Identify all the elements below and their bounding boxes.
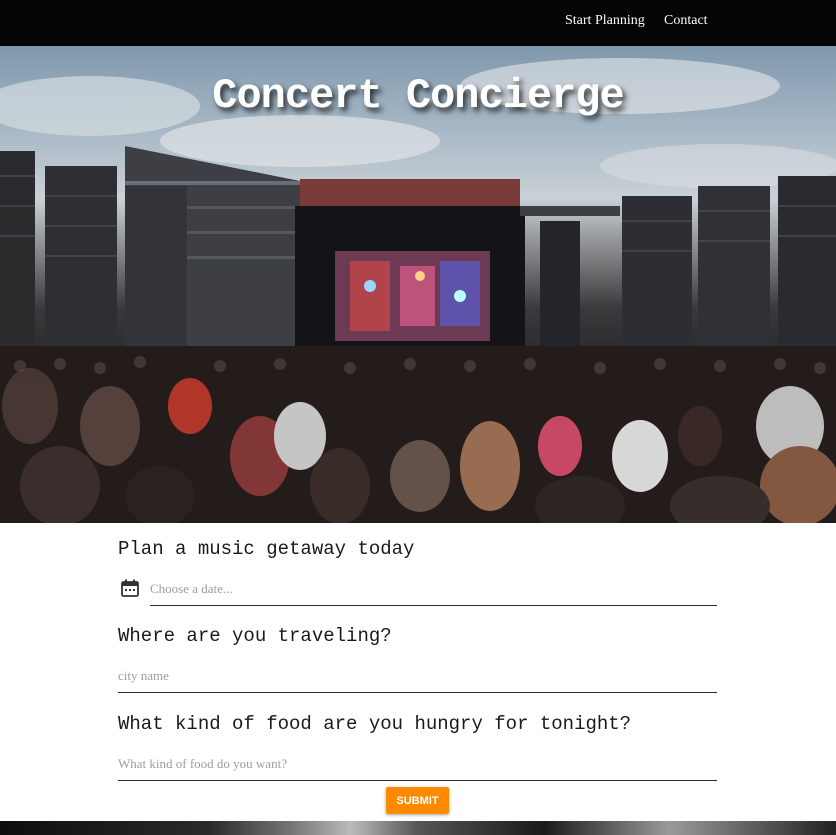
question-plan-getaway: Plan a music getaway today (118, 538, 415, 560)
food-input[interactable] (118, 750, 717, 778)
submit-button[interactable]: SUBMIT (386, 787, 449, 814)
calendar-icon[interactable] (120, 578, 140, 598)
nav-start-planning-link[interactable]: Start Planning (565, 13, 645, 29)
date-field (150, 575, 717, 606)
footer-image-strip (0, 821, 836, 835)
top-nav: Start Planning Contact (0, 0, 836, 46)
question-traveling: Where are you traveling? (118, 625, 392, 647)
hero-banner: Concert Concierge (0, 46, 836, 523)
nav-contact-link[interactable]: Contact (664, 13, 708, 29)
city-input[interactable] (118, 662, 717, 690)
hero-title: Concert Concierge (212, 72, 624, 120)
food-field (118, 750, 717, 781)
date-input[interactable] (150, 575, 717, 603)
question-food: What kind of food are you hungry for ton… (118, 713, 632, 735)
city-field (118, 662, 717, 693)
